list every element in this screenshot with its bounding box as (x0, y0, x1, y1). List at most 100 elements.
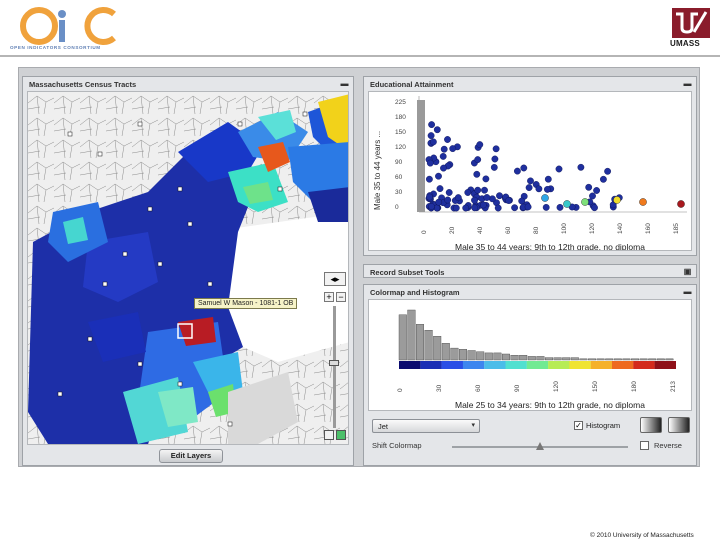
scatter-point[interactable] (479, 201, 487, 209)
histogram-bar[interactable] (450, 347, 459, 361)
record-subset-maximize-button[interactable]: ▣ (683, 268, 692, 276)
scatter-point[interactable] (520, 164, 528, 172)
scatter-point[interactable] (544, 175, 552, 183)
histogram-bar[interactable] (416, 324, 425, 361)
scatter-point[interactable] (581, 198, 589, 206)
scatter-point[interactable] (491, 155, 499, 163)
scatter-point[interactable] (426, 193, 433, 201)
histogram-bar[interactable] (605, 358, 614, 361)
scatter-point[interactable] (429, 138, 437, 146)
histogram-bar[interactable] (570, 357, 579, 361)
scatter-point[interactable] (563, 200, 571, 208)
shift-colormap-thumb[interactable] (536, 442, 544, 450)
histogram-bar[interactable] (544, 357, 553, 361)
scatter-point[interactable] (593, 187, 601, 194)
histogram-bar[interactable] (596, 358, 605, 361)
histogram-bar[interactable] (639, 358, 648, 361)
histogram-bar[interactable] (648, 358, 657, 361)
scatter-point[interactable] (524, 203, 532, 211)
scatter-chart[interactable] (417, 96, 689, 216)
scatter-point[interactable] (604, 167, 612, 175)
histogram-bar[interactable] (665, 358, 674, 361)
histogram-panel-minimize-button[interactable]: ▬ (683, 288, 692, 296)
map-panel-minimize-button[interactable]: ▬ (340, 80, 349, 88)
census-tract-map[interactable] (28, 92, 349, 444)
scatter-point[interactable] (527, 177, 534, 185)
histogram-bar[interactable] (553, 357, 562, 361)
histogram-bar[interactable] (476, 351, 485, 361)
histogram-bar[interactable] (613, 358, 622, 361)
scatter-point[interactable] (428, 121, 436, 128)
scatter-point[interactable] (482, 175, 490, 183)
scatter-point[interactable] (639, 198, 647, 206)
scatter-panel-minimize-button[interactable]: ▬ (683, 80, 692, 88)
histogram-bar[interactable] (622, 358, 631, 361)
scatter-point[interactable] (541, 194, 549, 202)
colormap-select[interactable]: Jet ▾ (372, 419, 480, 433)
histogram-bar[interactable] (398, 314, 407, 361)
edit-layers-button[interactable]: Edit Layers (159, 449, 223, 463)
scatter-point[interactable] (613, 196, 621, 204)
scatter-point[interactable] (462, 204, 470, 212)
reverse-checkbox[interactable] (640, 441, 649, 450)
scatter-point[interactable] (496, 192, 503, 200)
histogram-bar[interactable] (484, 352, 493, 361)
histogram-bar[interactable] (510, 355, 519, 361)
scatter-point[interactable] (481, 186, 488, 194)
zoom-slider-handle[interactable] (329, 360, 339, 366)
histogram-bar[interactable] (527, 356, 536, 361)
scatter-point[interactable] (514, 167, 521, 175)
histogram-bar[interactable] (493, 352, 502, 361)
scatter-point[interactable] (591, 204, 598, 212)
scatter-point[interactable] (427, 132, 435, 139)
scatter-point[interactable] (433, 126, 441, 134)
histogram-bar[interactable] (501, 353, 510, 361)
colormap-swatch-button[interactable] (640, 417, 662, 433)
scatter-point[interactable] (471, 196, 478, 204)
scatter-point[interactable] (585, 183, 593, 191)
scatter-point[interactable] (677, 200, 685, 208)
scatter-point[interactable] (435, 198, 443, 206)
histogram-checkbox[interactable]: ✓ (574, 421, 583, 430)
histogram-bar[interactable] (536, 356, 545, 361)
scatter-point[interactable] (452, 204, 460, 212)
histogram-bar[interactable] (587, 358, 596, 361)
scatter-point[interactable] (435, 172, 442, 180)
histogram-bar[interactable] (519, 355, 528, 361)
zoom-slider-track[interactable] (333, 306, 336, 428)
histogram-bar[interactable] (579, 358, 588, 361)
scatter-point[interactable] (490, 164, 498, 171)
scatter-point[interactable] (444, 196, 452, 204)
scatter-point[interactable] (599, 175, 607, 183)
scatter-point[interactable] (471, 204, 479, 212)
scatter-point[interactable] (483, 194, 491, 201)
map-pan-control[interactable]: ◂▸ (324, 272, 346, 286)
histogram-bar[interactable] (407, 309, 416, 361)
zoom-in-button[interactable]: + (324, 292, 334, 302)
scatter-point[interactable] (454, 194, 462, 202)
histogram-bar[interactable] (562, 357, 571, 361)
scatter-point[interactable] (427, 203, 435, 210)
scatter-point[interactable] (577, 163, 585, 171)
scatter-point[interactable] (474, 186, 482, 194)
histogram-bar[interactable] (459, 349, 468, 361)
histogram-bar[interactable] (656, 358, 665, 361)
record-subset-tools-panel[interactable]: Record Subset Tools ▣ (363, 264, 697, 278)
scatter-point[interactable] (444, 136, 451, 143)
scatter-point[interactable] (440, 145, 448, 153)
scatter-point[interactable] (474, 156, 482, 163)
scatter-point[interactable] (476, 141, 484, 148)
scatter-point[interactable] (535, 185, 543, 193)
scatter-point[interactable] (505, 197, 513, 204)
scatter-point[interactable] (492, 145, 500, 153)
scatter-point[interactable] (518, 197, 526, 205)
histogram-bar[interactable] (424, 330, 433, 361)
zoom-out-button[interactable]: − (336, 292, 346, 302)
map-view[interactable]: Samuel W Mason - 1081-1 OB ◂▸ + − (27, 91, 349, 445)
scatter-point[interactable] (436, 185, 444, 193)
layers-icon[interactable] (336, 430, 346, 440)
download-icon[interactable] (324, 430, 334, 440)
scatter-point[interactable] (556, 204, 564, 211)
histogram-bar[interactable] (467, 350, 476, 361)
colormap-invert-button[interactable] (668, 417, 690, 433)
